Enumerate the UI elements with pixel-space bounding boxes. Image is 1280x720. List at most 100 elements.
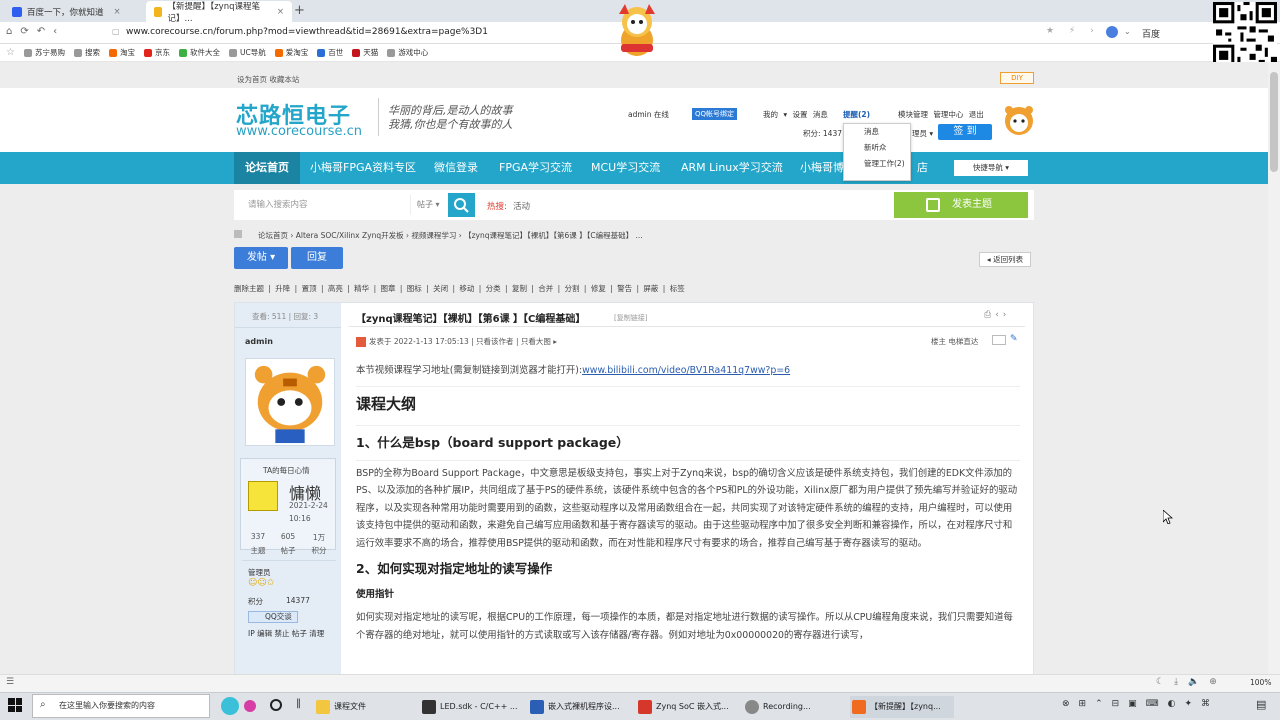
user-links[interactable]: 我的 ▾ 设置 消息 <box>763 109 828 120</box>
bookmark-star-icon[interactable]: ☆ <box>6 47 15 58</box>
back-to-list-button[interactable]: ◂ 返回列表 <box>979 252 1031 267</box>
moderation-bar[interactable]: 删除主题 | 升降 | 置顶 | 高亮 | 精华 | 图章 | 图标 | 关闭 … <box>234 283 685 294</box>
multitask-icon[interactable]: ‖ <box>296 698 301 709</box>
wrench-icon[interactable]: ✎ <box>1010 334 1018 344</box>
mood-title: TA的每日心情 <box>263 466 310 475</box>
diy-button[interactable]: DIY <box>1000 72 1034 84</box>
points-label[interactable]: 积分: 1437 <box>803 128 842 139</box>
remind-link[interactable]: 提醒(2) <box>843 109 870 120</box>
user-name[interactable]: admin 在线 <box>628 109 669 120</box>
print-icon[interactable]: ⎙‹› <box>984 310 1010 320</box>
search-button[interactable] <box>448 193 475 217</box>
new-tab-button[interactable]: + <box>294 3 305 18</box>
app-icon[interactable] <box>244 700 256 712</box>
bookmark-label: 搜索 <box>84 48 100 57</box>
divider <box>235 327 341 328</box>
taskbar-search-input[interactable]: 在这里输入你要搜索的内容 <box>32 694 210 718</box>
nav-item-home[interactable]: 论坛首页 <box>234 152 300 184</box>
taskbar-item-word[interactable]: 嵌入式裸机程序设... <box>528 696 630 718</box>
breadcrumb[interactable]: 论坛首页 › Altera SOC/Xilinx Zynq开发板 › 视频课程学… <box>258 230 643 241</box>
search-icon <box>454 198 469 213</box>
status-icons[interactable]: ☾⤓🔈⊕ <box>1156 677 1227 687</box>
taskbar-item-recording[interactable]: Recording... <box>743 696 843 718</box>
hot-search-label: 热搜: <box>487 202 507 212</box>
star-icon[interactable]: ★ ⚡ › <box>1046 26 1100 36</box>
bookmark-item[interactable]: 淘宝 <box>108 47 135 58</box>
bookmark-label: 百世 <box>328 48 344 57</box>
cortana-icon[interactable] <box>221 697 239 715</box>
qq-chat-button[interactable]: QQ交谈 <box>248 611 298 623</box>
nav-item-fpga[interactable]: FPGA学习交流 <box>488 152 583 184</box>
notification-icon[interactable]: ▤ <box>1256 698 1266 711</box>
search-type-select[interactable]: 帖子 ▾ <box>410 195 448 215</box>
subsection-heading: 使用指针 <box>356 588 395 600</box>
admin-actions[interactable]: IP 编辑 禁止 帖子 清理 <box>248 628 324 639</box>
reply-button[interactable]: 回复 <box>291 247 343 269</box>
windows-start-icon[interactable] <box>8 698 22 712</box>
dropdown-item-followers[interactable]: 新听众 <box>844 140 910 156</box>
browser-tab-baidu[interactable]: 百度一下，你就知道 × <box>4 1 144 22</box>
nav-buttons[interactable]: ⌂⟳↶‹ <box>6 26 65 37</box>
sdk-icon <box>422 700 436 714</box>
avatar[interactable] <box>1003 104 1035 136</box>
copy-link[interactable]: [复制链接] <box>614 313 647 323</box>
post-meta[interactable]: 发表于 2022-1-13 17:05:13 | 只看该作者 | 只看大图 ▸ <box>369 336 557 347</box>
stat-points[interactable]: 1万 <box>304 532 334 543</box>
zoom-level[interactable]: 100% <box>1250 678 1271 687</box>
new-thread-button[interactable]: 发表主题 <box>894 192 1028 218</box>
software-icon <box>178 48 187 57</box>
bookmark-item[interactable]: 搜索 <box>73 47 100 58</box>
stat-posts[interactable]: 605 <box>273 532 303 541</box>
signin-button[interactable]: 签 到 <box>938 124 992 140</box>
home-icon[interactable] <box>234 230 242 238</box>
task-view-icon[interactable] <box>270 699 282 711</box>
url-field[interactable]: www.corecourse.cn/forum.php?mod=viewthre… <box>126 27 488 37</box>
admin-links[interactable]: 模块管理 管理中心 退出 <box>898 109 984 120</box>
hot-search-link[interactable]: 活动 <box>513 200 530 212</box>
bookmark-item[interactable]: 苏宁易购 <box>23 47 65 58</box>
post-button[interactable]: 发帖 ▾ <box>234 247 288 269</box>
author-avatar[interactable] <box>245 358 335 446</box>
bookmark-item[interactable]: 天猫 <box>352 47 378 58</box>
user-icon[interactable] <box>1106 26 1118 38</box>
menu-icon[interactable]: ☰ <box>6 677 14 687</box>
taskbar-item-browser[interactable]: 【新提醒】【zynq... <box>850 696 954 718</box>
search-engine-label[interactable]: 百度 <box>1142 27 1160 40</box>
top-links[interactable]: 设为首页 收藏本站 <box>237 74 299 85</box>
browser-tab-active[interactable]: 【新提醒】【zynq课程笔记】... × <box>146 1 292 24</box>
quick-nav-button[interactable]: 快捷导航 ▾ <box>954 160 1028 176</box>
nav-item-wechat[interactable]: 微信登录 <box>423 152 489 184</box>
bookmark-item[interactable]: 京东 <box>143 47 170 58</box>
floor-label[interactable]: 楼主 电梯直达 <box>931 336 978 347</box>
nav-item-fpga-resources[interactable]: 小梅哥FPGA资料专区 <box>299 152 427 184</box>
video-link[interactable]: www.bilibili.com/video/BV1Ra411q7ww?p=6 <box>582 365 790 376</box>
member-menu[interactable]: 理员 ▾ <box>912 128 933 139</box>
dropdown-item-message[interactable]: 消息 <box>844 124 910 140</box>
bookmark-item[interactable]: 爱淘宝 <box>274 47 308 58</box>
stat-threads[interactable]: 337 <box>243 532 273 541</box>
scrollbar-thumb[interactable] <box>1270 72 1278 172</box>
bookmark-item[interactable]: UC导航 <box>228 47 266 58</box>
tray-icons[interactable]: ⊗⊞⌃⊟▣⌨◐✦⌘ <box>1062 699 1219 709</box>
chevron-down-icon[interactable]: ⌄ <box>1124 27 1131 36</box>
bookmark-item[interactable]: 游戏中心 <box>387 47 428 58</box>
taskbar-item-pdf[interactable]: Zynq SoC 嵌入式... <box>636 696 740 718</box>
nav-item-mcu[interactable]: MCU学习交流 <box>580 152 671 184</box>
taskbar-item-folder[interactable]: 课程文件 <box>314 696 414 718</box>
bookmark-item[interactable]: 软件大全 <box>178 47 220 58</box>
browser-status-bar <box>0 674 1280 692</box>
qq-bind-button[interactable]: QQ帐号绑定 <box>692 108 738 120</box>
close-icon[interactable]: × <box>277 7 284 17</box>
dropdown-item-admin-work[interactable]: 管理工作(2) <box>844 156 910 172</box>
section-heading: 课程大纲 <box>356 394 417 413</box>
site-logo-url[interactable]: www.corecourse.cn <box>236 124 362 139</box>
bookmark-item[interactable]: 百世 <box>317 47 343 58</box>
nav-item-arm-linux[interactable]: ARM Linux学习交流 <box>670 152 794 184</box>
search-input[interactable]: 请输入搜索内容 <box>242 195 410 215</box>
bookmark-label: 天猫 <box>363 48 379 57</box>
author-name[interactable]: admin <box>245 337 273 346</box>
close-icon[interactable]: × <box>114 7 121 17</box>
taskbar-item-sdk[interactable]: LED.sdk - C/C++ ... <box>420 696 524 718</box>
user-group[interactable]: 管理员 <box>248 567 271 578</box>
floor-jump-input[interactable] <box>992 335 1006 345</box>
